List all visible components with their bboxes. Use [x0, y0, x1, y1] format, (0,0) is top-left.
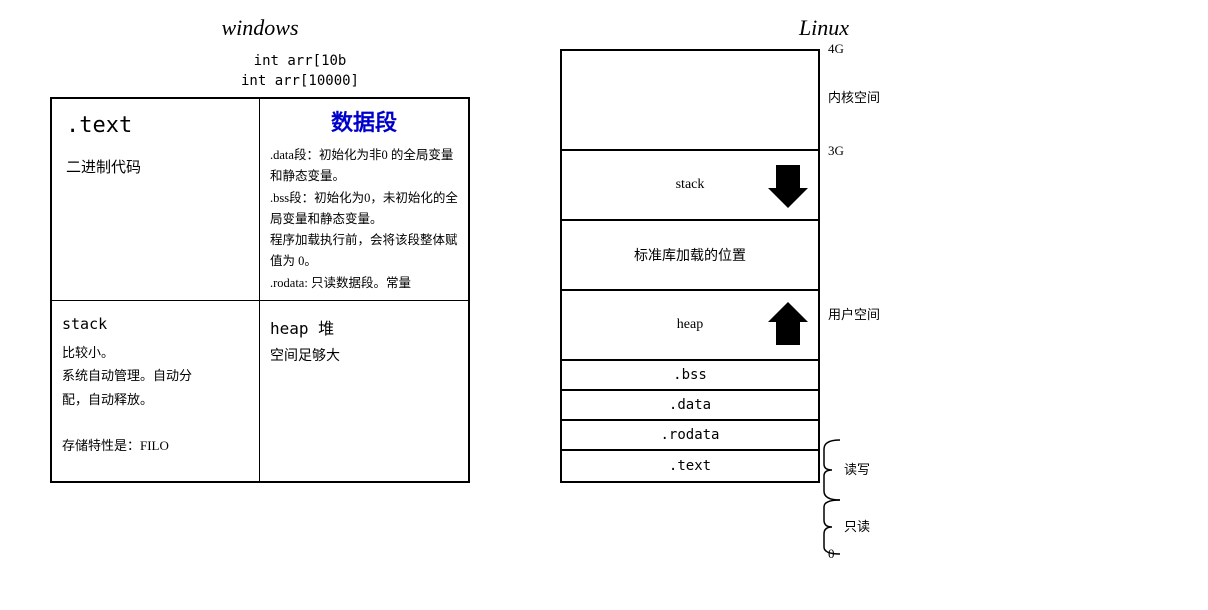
- code-line-1: int arr[10b: [100, 53, 500, 69]
- data-segment-line-2: .bss段：初始化为0，未初始化的全局变量和静态变量。: [270, 188, 458, 231]
- label-user-space: 用户空间: [828, 304, 880, 323]
- data-segment-line-1: .data段：初始化为非0 的全局变量和静态变量。: [270, 145, 458, 188]
- block-stdlib: 标准库加载的位置: [562, 221, 818, 291]
- cell-text: .text 二进制代码: [52, 99, 260, 301]
- binary-code-label: 二进制代码: [66, 156, 249, 177]
- stdlib-label: 标准库加载的位置: [634, 245, 746, 265]
- windows-section: windows int arr[10b int arr[10000] .text…: [20, 10, 500, 600]
- label-kernel-space: 内核空间: [828, 87, 880, 106]
- arrow-down-icon: [768, 160, 808, 210]
- page-container: windows int arr[10b int arr[10000] .text…: [0, 0, 1208, 610]
- brace-readonly-icon: [822, 499, 842, 555]
- block-rodata: .rodata: [562, 421, 818, 451]
- windows-title: windows: [20, 15, 500, 41]
- data-label: .data: [669, 397, 711, 413]
- linux-section: Linux stack 标准库加载的位置: [500, 10, 1188, 600]
- heap-label: heap: [677, 317, 703, 333]
- text-block-label: .text: [669, 458, 711, 474]
- text-label: .text: [66, 113, 249, 138]
- cell-data-segment: 数据段 .data段：初始化为非0 的全局变量和静态变量。 .bss段：初始化为…: [260, 99, 468, 301]
- code-line-2: int arr[10000]: [100, 73, 500, 89]
- block-stack: stack: [562, 151, 818, 221]
- cell-stack: stack 比较小。 系统自动管理。自动分 配，自动释放。 存储特性是：FILO: [52, 301, 260, 481]
- memory-grid: .text 二进制代码 数据段 .data段：初始化为非0 的全局变量和静态变量…: [50, 97, 470, 483]
- block-text: .text: [562, 451, 818, 481]
- label-readonly: 只读: [844, 516, 870, 535]
- linux-labels: 4G 3G 内核空间 用户空间 0 读写 只读: [828, 49, 908, 559]
- stack-desc: 比较小。 系统自动管理。自动分 配，自动释放。 存储特性是：FILO: [62, 341, 249, 458]
- label-readwrite: 读写: [844, 459, 870, 478]
- bss-label: .bss: [673, 367, 707, 383]
- rodata-label: .rodata: [660, 427, 719, 443]
- heap-desc: 空间足够大: [270, 345, 458, 365]
- stack-label: stack: [676, 177, 705, 193]
- brace-readwrite-icon: [822, 439, 842, 501]
- label-4g: 4G: [828, 41, 844, 57]
- heap-title: heap 堆: [270, 315, 458, 339]
- data-segment-line-4: .rodata: 只读数据段。常量: [270, 273, 458, 294]
- cell-heap: heap 堆 空间足够大: [260, 301, 468, 481]
- block-bss: .bss: [562, 361, 818, 391]
- linux-memory-blocks: stack 标准库加载的位置 heap: [560, 49, 820, 483]
- data-segment-desc: .data段：初始化为非0 的全局变量和静态变量。 .bss段：初始化为0，未初…: [270, 145, 458, 294]
- linux-title: Linux: [460, 15, 1188, 41]
- block-data: .data: [562, 391, 818, 421]
- code-area: int arr[10b int arr[10000]: [100, 53, 500, 89]
- label-3g: 3G: [828, 143, 844, 159]
- stack-title: stack: [62, 315, 249, 333]
- arrow-up-icon: [768, 300, 808, 350]
- data-segment-line-3: 程序加载执行前，会将该段整体赋值为 0。: [270, 230, 458, 273]
- block-kernel: [562, 51, 818, 151]
- data-segment-title: 数据段: [270, 105, 458, 137]
- block-heap: heap: [562, 291, 818, 361]
